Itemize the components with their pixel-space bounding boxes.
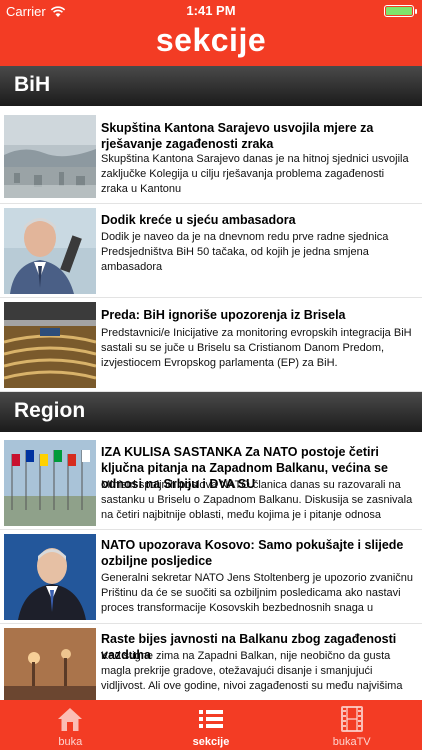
article-description: Predstavnici/e Inicijative za monitoring… (101, 327, 412, 369)
article-thumbnail (4, 115, 96, 198)
section-header-region: Region (0, 392, 422, 432)
article-thumbnail (4, 208, 96, 294)
section-header-bih: BiH (0, 66, 422, 106)
tab-buka[interactable]: buka (0, 700, 141, 750)
tab-sekcije[interactable]: sekcije (141, 700, 282, 750)
article-description: Ministri spoljnih poslova NATO članica d… (101, 479, 413, 521)
list-item[interactable]: IZA KULISA SASTANKA Za NATO postoje četi… (0, 432, 422, 530)
article-title: Skupština Kantona Sarajevo usvojila mjer… (101, 121, 374, 151)
tab-bukatv[interactable]: bukaTV (281, 700, 422, 750)
list-item[interactable]: Skupština Kantona Sarajevo usvojila mjer… (0, 106, 422, 204)
article-thumbnail (4, 440, 96, 526)
article-description: Kad stigne zima na Zapadni Balkan, nije … (101, 650, 403, 692)
tab-bar: buka sekcije bukaTV (0, 700, 422, 750)
tab-label: buka (58, 736, 83, 748)
status-time: 1:41 PM (186, 3, 236, 18)
list-icon (199, 710, 223, 728)
article-description: Skupština Kantona Sarajevo danas je na h… (101, 153, 409, 195)
app-header: Carrier 1:41 PM sekcije (0, 0, 422, 66)
article-thumbnail (4, 534, 96, 620)
film-icon (340, 706, 363, 732)
tab-label: sekcije (192, 736, 230, 748)
status-bar: Carrier 1:41 PM (0, 0, 422, 22)
article-title: Dodik kreće u sjeću ambasadora (101, 213, 296, 227)
list-item[interactable]: Dodik kreće u sjeću ambasadora Dodik je … (0, 204, 422, 298)
article-description: Generalni sekretar NATO Jens Stoltenberg… (101, 572, 414, 614)
page-title: sekcije (155, 22, 267, 58)
article-title: Preda: BiH ignoriše upozorenja iz Brisel… (101, 308, 346, 322)
home-icon (58, 708, 83, 731)
battery-level (386, 7, 412, 15)
list-item[interactable]: Preda: BiH ignoriše upozorenja iz Brisel… (0, 298, 422, 392)
list-item[interactable]: Raste bijes javnosti na Balkanu zbog zag… (0, 624, 422, 700)
section-title: BiH (14, 73, 51, 96)
section-title: Region (14, 399, 86, 422)
battery-icon (384, 5, 417, 17)
article-title: NATO upozorava Kosovo: Samo pokušajte i … (101, 538, 404, 568)
article-thumbnail (4, 302, 96, 388)
list-item[interactable]: NATO upozorava Kosovo: Samo pokušajte i … (0, 530, 422, 624)
tab-label: bukaTV (332, 736, 371, 748)
article-thumbnail (4, 628, 96, 700)
article-description: Dodik je naveo da je na dnevnom redu prv… (101, 231, 389, 273)
